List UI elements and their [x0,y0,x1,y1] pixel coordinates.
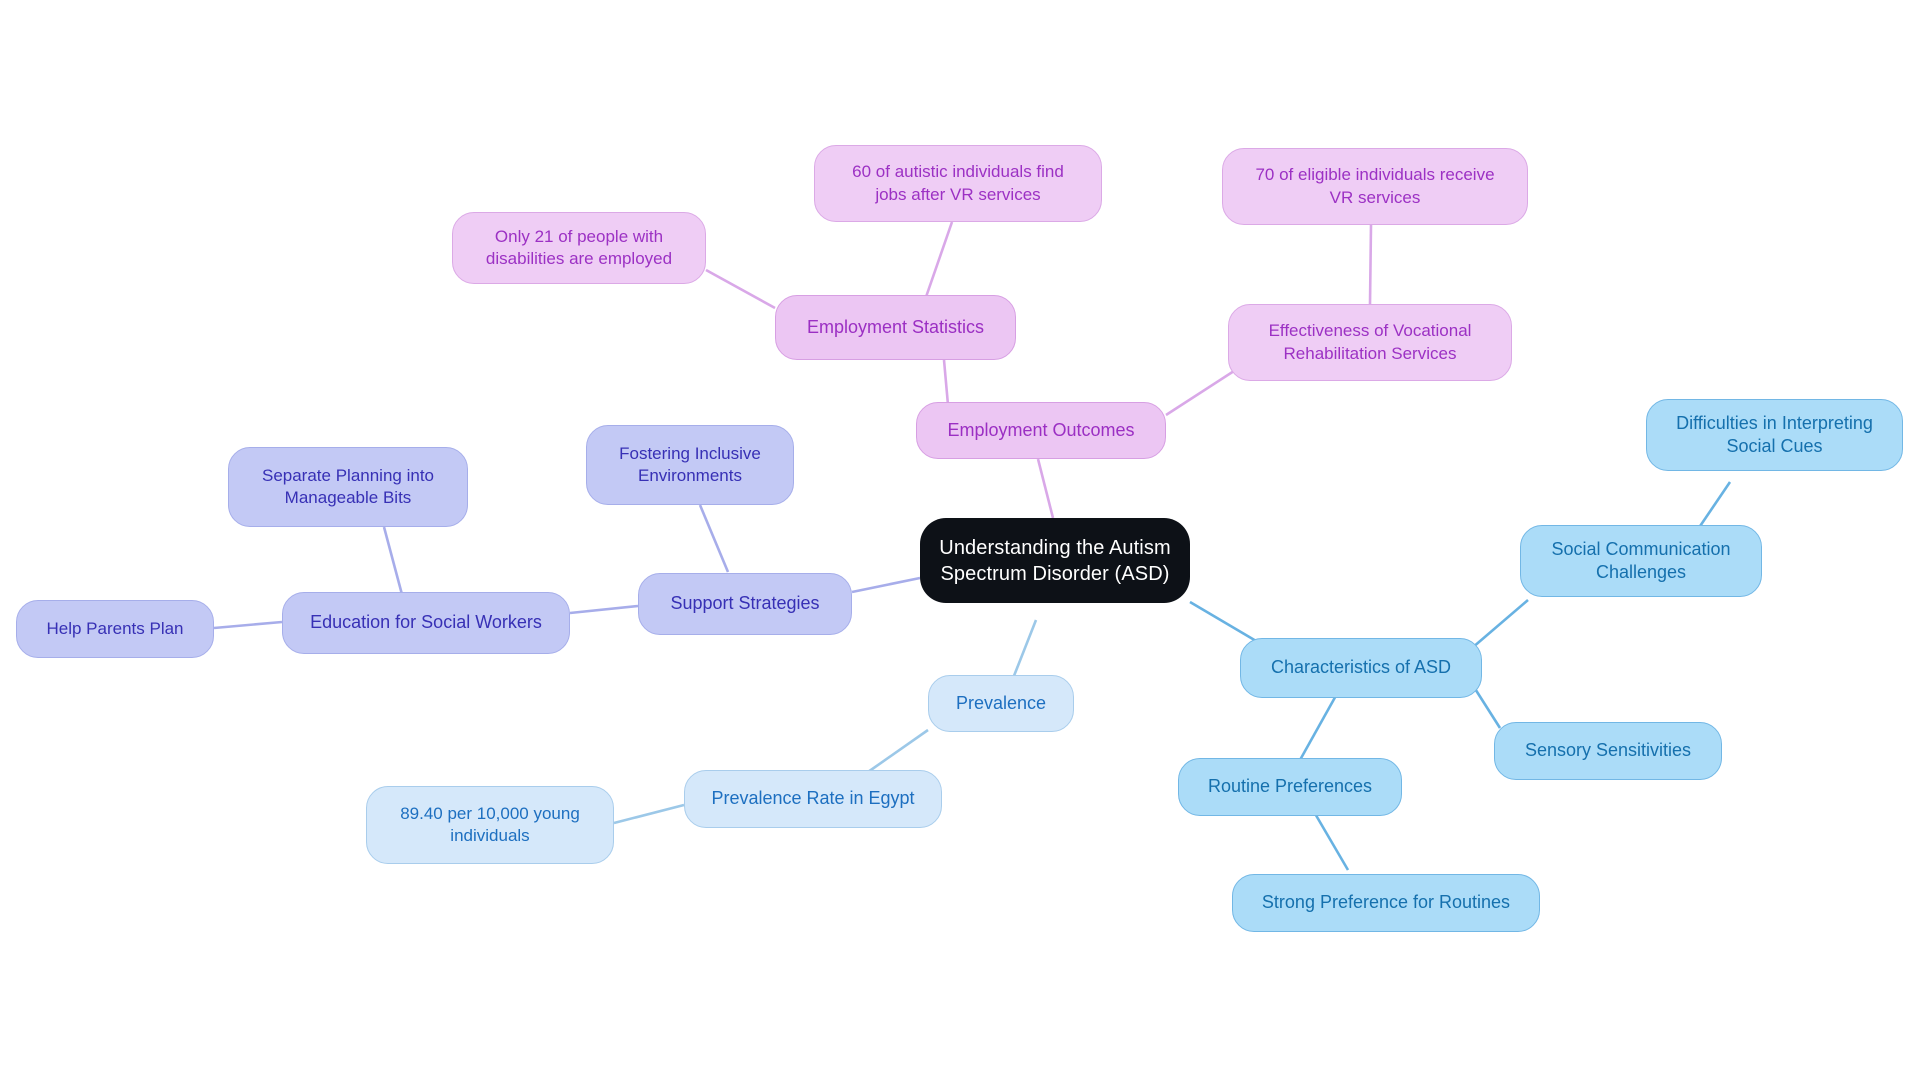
node-support-strategies-label: Support Strategies [670,593,820,614]
edge-statistics-stat-employed [705,268,776,310]
node-vr-effectiveness[interactable]: Effectiveness of Vocational Rehabilitati… [1228,304,1512,381]
node-root-label: Understanding the Autism Spectrum Disord… [939,536,1171,585]
node-employment-outcomes[interactable]: Employment Outcomes [916,402,1166,459]
node-vr-effectiveness-label: Effectiveness of Vocational Rehabilitati… [1268,321,1472,363]
node-characteristics[interactable]: Characteristics of ASD [1240,638,1482,698]
node-prevalence-egypt-label: Prevalence Rate in Egypt [711,788,915,809]
node-social-communication[interactable]: Social Communication Challenges [1520,525,1762,597]
node-routine-preferences-label: Routine Preferences [1207,776,1373,797]
node-separate-planning-label: Separate Planning into Manageable Bits [261,465,435,507]
node-stat-jobs-vr[interactable]: 60 of autistic individuals find jobs aft… [814,145,1102,222]
node-education-social-workers[interactable]: Education for Social Workers [282,592,570,654]
mindmap-canvas: Understanding the Autism Spectrum Disord… [0,0,1920,1083]
node-stat-jobs-vr-label: 60 of autistic individuals find jobs aft… [852,162,1064,204]
node-social-communication-label: Social Communication Challenges [1551,538,1731,582]
node-support-strategies[interactable]: Support Strategies [638,573,852,635]
node-help-parents-plan[interactable]: Help Parents Plan [16,600,214,658]
edge-statistics-stat-jobs-vr [924,221,954,298]
node-employment-statistics[interactable]: Employment Statistics [775,295,1016,360]
node-employment-outcomes-label: Employment Outcomes [947,419,1135,440]
node-sensory-sensitivities-label: Sensory Sensitivities [1524,740,1692,761]
edge-vr-effectiveness-stat-receive-vr [1368,224,1373,305]
node-stat-receive-vr-label: 70 of eligible individuals receive VR se… [1255,165,1495,207]
node-social-cues[interactable]: Difficulties in Interpreting Social Cues [1646,399,1903,471]
node-stat-employed[interactable]: Only 21 of people with disabilities are … [452,212,706,284]
node-stat-receive-vr[interactable]: 70 of eligible individuals receive VR se… [1222,148,1528,225]
node-help-parents-plan-label: Help Parents Plan [46,618,184,638]
edge-employment-outcomes-vr-effectiveness [1165,369,1235,417]
node-prevalence-value-label: 89.40 per 10,000 young individuals [400,803,580,845]
node-social-cues-label: Difficulties in Interpreting Social Cues [1676,412,1873,456]
edge-root-support-strategies [851,576,921,594]
node-prevalence-egypt[interactable]: Prevalence Rate in Egypt [684,770,942,828]
node-prevalence-value[interactable]: 89.40 per 10,000 young individuals [366,786,614,864]
node-prevalence[interactable]: Prevalence [928,675,1074,732]
edge-characteristics-routine [1298,691,1340,761]
edge-support-fostering-inclusive [698,504,730,573]
edge-employment-outcomes-statistics [942,359,950,406]
node-sensory-sensitivities[interactable]: Sensory Sensitivities [1494,722,1722,780]
node-characteristics-label: Characteristics of ASD [1270,657,1452,678]
node-routine-preferences[interactable]: Routine Preferences [1178,758,1402,816]
node-stat-employed-label: Only 21 of people with disabilities are … [485,226,673,268]
node-root[interactable]: Understanding the Autism Spectrum Disord… [920,518,1190,603]
node-separate-planning[interactable]: Separate Planning into Manageable Bits [228,447,468,527]
node-strong-routines[interactable]: Strong Preference for Routines [1232,874,1540,932]
node-fostering-inclusive-label: Fostering Inclusive Environments [619,443,761,485]
node-prevalence-label: Prevalence [955,692,1047,713]
edge-education-separate-planning [382,526,406,603]
edge-root-employment-outcomes [1036,458,1055,519]
edge-education-help-parents [213,620,283,630]
edge-prevalence-egypt [867,728,929,774]
node-fostering-inclusive[interactable]: Fostering Inclusive Environments [586,425,794,505]
node-employment-statistics-label: Employment Statistics [806,316,985,337]
node-strong-routines-label: Strong Preference for Routines [1261,892,1511,913]
edge-support-education [569,604,639,615]
edge-characteristics-social-communication [1471,599,1529,649]
edge-egypt-value [613,803,685,825]
node-education-social-workers-label: Education for Social Workers [310,612,542,633]
